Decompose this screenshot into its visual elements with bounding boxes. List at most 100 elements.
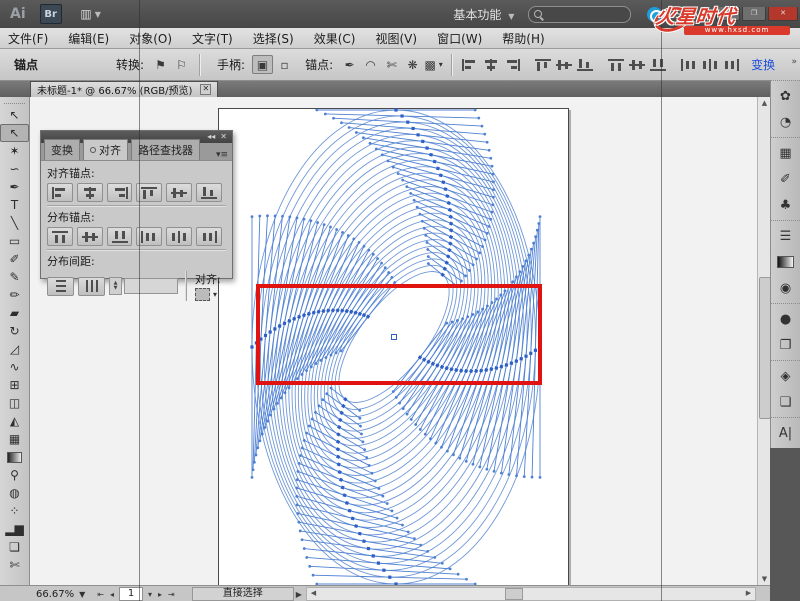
perspective-grid-tool[interactable]: ◭ bbox=[0, 412, 29, 430]
restore-button[interactable]: ❐ bbox=[742, 7, 766, 21]
menu-文件F[interactable]: 文件(F) bbox=[8, 30, 48, 47]
distribute-vertical-center-icon[interactable] bbox=[627, 56, 646, 73]
distribute-vertical-center-icon[interactable] bbox=[77, 227, 103, 246]
panel-collapse-icon[interactable]: ◂◂ bbox=[207, 133, 215, 141]
symbols-panel-icon[interactable]: ♣ bbox=[771, 192, 800, 218]
transparency-panel-icon[interactable]: ◉ bbox=[771, 275, 800, 301]
layers-panel-icon[interactable]: ◈ bbox=[771, 363, 800, 389]
character-panel-icon[interactable]: A| bbox=[771, 420, 800, 446]
paintbrush-tool[interactable]: ✐ bbox=[0, 250, 29, 268]
panel-tab-active[interactable]: 对齐 bbox=[83, 139, 128, 160]
vertical-scrollbar[interactable]: ▲ ▼ bbox=[757, 97, 771, 585]
cut-path-icon[interactable]: ✄ bbox=[382, 56, 401, 73]
menu-效果C[interactable]: 效果(C) bbox=[314, 30, 356, 47]
shape-builder-tool[interactable]: ◫ bbox=[0, 394, 29, 412]
spacing-stepper[interactable]: ▲▼ bbox=[109, 277, 122, 295]
menu-窗口W[interactable]: 窗口(W) bbox=[437, 30, 482, 47]
free-transform-tool[interactable]: ⊞ bbox=[0, 376, 29, 394]
color-panel-icon[interactable]: ✿ bbox=[771, 83, 800, 109]
isolate-selection-icon[interactable]: ❋ bbox=[403, 56, 422, 73]
menu-帮助H[interactable]: 帮助(H) bbox=[502, 30, 544, 47]
panel-grip[interactable] bbox=[4, 98, 25, 104]
align-top-icon[interactable] bbox=[533, 56, 552, 73]
close-document-icon[interactable]: ✕ bbox=[200, 84, 211, 95]
menu-视图V[interactable]: 视图(V) bbox=[375, 30, 417, 47]
menu-编辑E[interactable]: 编辑(E) bbox=[68, 30, 109, 47]
distribute-left-icon[interactable] bbox=[679, 56, 698, 73]
brushes-panel-icon[interactable]: ✐ bbox=[771, 166, 800, 192]
graphic-styles-panel-icon[interactable]: ❐ bbox=[771, 332, 800, 358]
align-bottom-icon[interactable] bbox=[196, 183, 222, 202]
distribute-top-icon[interactable] bbox=[606, 56, 625, 73]
magic-wand-tool[interactable]: ✶ bbox=[0, 142, 29, 160]
align-vertical-center-icon[interactable] bbox=[166, 183, 192, 202]
scroll-left-icon[interactable]: ◀ bbox=[307, 588, 320, 598]
eraser-tool[interactable]: ▰ bbox=[0, 304, 29, 322]
distribute-horizontal-center-icon[interactable] bbox=[700, 56, 719, 73]
workspace-switcher-button[interactable]: 基本功能 ▼ bbox=[453, 6, 514, 23]
convert-to-smooth-icon[interactable]: ⚐ bbox=[172, 56, 191, 73]
align-horizontal-center-icon[interactable] bbox=[481, 56, 500, 73]
mesh-tool[interactable]: ▦ bbox=[0, 430, 29, 448]
eyedropper-tool[interactable]: ⚲ bbox=[0, 466, 29, 484]
convert-to-corner-icon[interactable]: ⚑ bbox=[151, 56, 170, 73]
align-vertical-center-icon[interactable] bbox=[554, 56, 573, 73]
artboards-panel-icon[interactable]: ❏ bbox=[771, 389, 800, 415]
next-artboard-button[interactable]: ▸ bbox=[158, 590, 162, 599]
scroll-right-icon[interactable]: ▶ bbox=[742, 588, 755, 598]
pen-tool[interactable]: ✒ bbox=[0, 178, 29, 196]
bridge-button[interactable]: Br bbox=[40, 4, 62, 24]
connect-endpoints-icon[interactable]: ◠ bbox=[361, 56, 380, 73]
panel-close-icon[interactable]: ✕ bbox=[220, 133, 227, 141]
align-to-artboard-icon[interactable] bbox=[195, 288, 210, 301]
width-tool[interactable]: ∿ bbox=[0, 358, 29, 376]
pencil-tool[interactable]: ✎ bbox=[0, 268, 29, 286]
arrange-documents-button[interactable]: ▥ ▼ bbox=[76, 5, 106, 23]
gradient-tool[interactable] bbox=[0, 448, 29, 466]
rotate-tool[interactable]: ↻ bbox=[0, 322, 29, 340]
panel-tab-inactive[interactable]: 路径查找器 bbox=[131, 139, 200, 160]
align-right-icon[interactable] bbox=[502, 56, 521, 73]
stroke-panel-icon[interactable]: ☰ bbox=[771, 223, 800, 249]
lasso-tool[interactable]: ∽ bbox=[0, 160, 29, 178]
menu-文字T[interactable]: 文字(T) bbox=[192, 30, 233, 47]
slice-tool[interactable]: ✄ bbox=[0, 556, 29, 574]
menu-选择S[interactable]: 选择(S) bbox=[253, 30, 294, 47]
distribute-bottom-icon[interactable] bbox=[107, 227, 133, 246]
zoom-control[interactable]: 66.67% ▼ bbox=[36, 589, 85, 600]
horizontal-scrollbar[interactable]: ◀ ▶ bbox=[306, 587, 756, 601]
swatches-panel-icon[interactable]: ▦ bbox=[771, 140, 800, 166]
rectangle-tool[interactable]: ▭ bbox=[0, 232, 29, 250]
distribute-right-icon[interactable] bbox=[721, 56, 740, 73]
selection-tool[interactable]: ↖ bbox=[0, 106, 29, 124]
spacing-input[interactable] bbox=[124, 278, 178, 294]
transform-link[interactable]: 变换 bbox=[751, 56, 775, 73]
align-right-icon[interactable] bbox=[107, 183, 133, 202]
hide-handles-icon[interactable]: ▫ bbox=[275, 56, 294, 73]
graph-tool[interactable]: ▂▆ bbox=[0, 520, 29, 538]
appearance-panel-icon[interactable]: ● bbox=[771, 306, 800, 332]
symbol-sprayer-tool[interactable]: ⁘ bbox=[0, 502, 29, 520]
cs-live-label[interactable]: CS Live bbox=[667, 8, 708, 21]
show-handles-icon[interactable]: ▣ bbox=[252, 55, 273, 74]
type-tool[interactable]: T bbox=[0, 196, 29, 214]
artboard-tool[interactable]: ❏ bbox=[0, 538, 29, 556]
distribute-top-icon[interactable] bbox=[47, 227, 73, 246]
horizontal-distribute-space-icon[interactable] bbox=[78, 277, 105, 296]
align-left-icon[interactable] bbox=[460, 56, 479, 73]
align-left-icon[interactable] bbox=[47, 183, 73, 202]
last-artboard-button[interactable]: ⇥ bbox=[168, 590, 175, 599]
color-guide-panel-icon[interactable]: ◔ bbox=[771, 109, 800, 135]
first-artboard-button[interactable]: ⇤ bbox=[97, 590, 104, 599]
blob-brush-tool[interactable]: ✏ bbox=[0, 286, 29, 304]
search-input[interactable] bbox=[528, 6, 631, 23]
panel-menu-icon[interactable]: ▾≡ bbox=[216, 150, 228, 160]
align-top-icon[interactable] bbox=[136, 183, 162, 202]
scale-tool[interactable]: ◿ bbox=[0, 340, 29, 358]
blend-tool[interactable]: ◍ bbox=[0, 484, 29, 502]
distribute-bottom-icon[interactable] bbox=[648, 56, 667, 73]
close-button[interactable]: ✕ bbox=[768, 7, 798, 21]
horizontal-scrollbar-thumb[interactable] bbox=[505, 588, 523, 600]
panel-tab-inactive[interactable]: 变换 bbox=[44, 139, 80, 160]
distribute-left-icon[interactable] bbox=[136, 227, 162, 246]
